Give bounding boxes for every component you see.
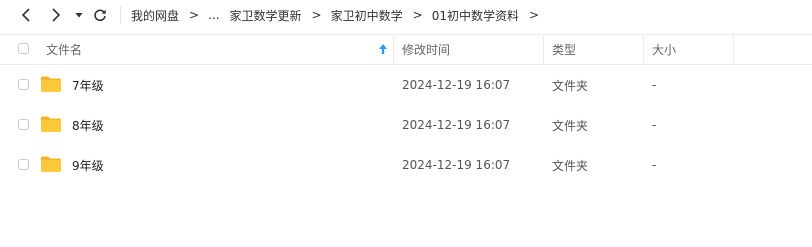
column-header-name[interactable]: 文件名 <box>46 35 82 64</box>
sort-ascending-icon[interactable] <box>378 43 388 55</box>
breadcrumb-root[interactable]: 我的网盘 <box>131 7 179 24</box>
column-header-type[interactable]: 类型 <box>552 35 576 64</box>
chevron-right-icon <box>52 8 61 22</box>
column-header-size-label: 大小 <box>652 43 677 57</box>
breadcrumb-item-1[interactable]: 家卫数学更新 <box>230 7 302 24</box>
breadcrumb-ellipsis[interactable]: ... <box>208 8 219 22</box>
row-checkbox[interactable] <box>18 159 29 170</box>
row-checkbox[interactable] <box>18 119 29 130</box>
file-name[interactable]: 8年级 <box>72 105 104 145</box>
file-modified: 2024-12-19 16:07 <box>402 158 511 172</box>
column-header-name-label: 文件名 <box>46 43 83 57</box>
column-divider[interactable] <box>643 35 644 64</box>
column-divider[interactable] <box>393 35 394 64</box>
column-divider[interactable] <box>733 35 734 64</box>
select-all-checkbox[interactable] <box>18 43 29 54</box>
file-type: 文件夹 <box>552 118 589 133</box>
breadcrumb-separator: > <box>311 8 322 22</box>
breadcrumb-separator: > <box>189 8 200 22</box>
row-checkbox[interactable] <box>18 79 29 90</box>
toolbar-divider <box>120 6 121 24</box>
breadcrumb-separator: > <box>412 8 423 22</box>
breadcrumb-separator: > <box>528 8 540 22</box>
folder-icon <box>41 76 61 92</box>
breadcrumb-item-3[interactable]: 01初中数学资料 <box>432 7 519 24</box>
breadcrumb-item-2[interactable]: 家卫初中数学 <box>331 7 403 24</box>
file-list-header: 文件名 修改时间 类型 大小 <box>0 34 812 65</box>
folder-icon <box>41 156 61 172</box>
toolbar: 我的网盘 > ... 家卫数学更新 > 家卫初中数学 > 01初中数学资料 > <box>0 0 812 30</box>
refresh-button[interactable] <box>90 4 110 26</box>
file-name[interactable]: 9年级 <box>72 145 104 185</box>
column-header-size[interactable]: 大小 <box>652 35 676 64</box>
file-modified: 2024-12-19 16:07 <box>402 118 511 132</box>
caret-down-icon <box>75 13 83 18</box>
table-row[interactable]: 9年级 2024-12-19 16:07 文件夹 - <box>0 145 812 185</box>
forward-button[interactable] <box>46 4 66 26</box>
file-type: 文件夹 <box>552 158 589 173</box>
column-header-modified-label: 修改时间 <box>402 43 451 57</box>
back-button[interactable] <box>16 4 36 26</box>
chevron-left-icon <box>21 8 30 22</box>
breadcrumb: 我的网盘 > ... 家卫数学更新 > 家卫初中数学 > 01初中数学资料 > <box>131 0 548 30</box>
file-name[interactable]: 7年级 <box>72 65 104 105</box>
column-header-modified[interactable]: 修改时间 <box>402 35 450 64</box>
table-row[interactable]: 7年级 2024-12-19 16:07 文件夹 - <box>0 65 812 105</box>
column-header-type-label: 类型 <box>552 43 577 57</box>
refresh-icon <box>94 9 106 22</box>
column-divider[interactable] <box>543 35 544 64</box>
folder-icon <box>41 116 61 132</box>
file-size: - <box>652 118 657 132</box>
file-type: 文件夹 <box>552 78 589 93</box>
file-size: - <box>652 78 657 92</box>
file-modified: 2024-12-19 16:07 <box>402 78 511 92</box>
file-size: - <box>652 158 657 172</box>
table-row[interactable]: 8年级 2024-12-19 16:07 文件夹 - <box>0 105 812 145</box>
history-dropdown-button[interactable] <box>72 4 86 26</box>
